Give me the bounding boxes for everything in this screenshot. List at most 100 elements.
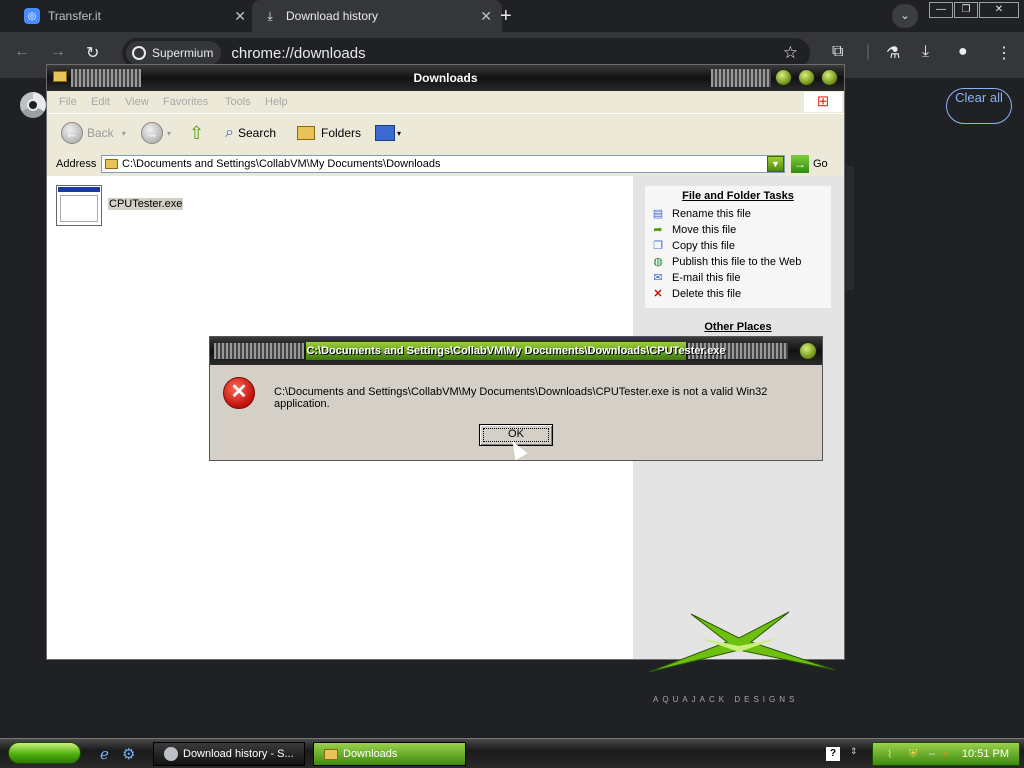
dialog-titlebar[interactable]: C:\Documents and Settings\CollabVM\My Do… — [210, 337, 822, 365]
go-label: Go — [813, 158, 828, 170]
task-email[interactable]: ✉ E-mail this file — [645, 270, 831, 286]
maximize-icon[interactable] — [798, 69, 815, 86]
minimize-icon[interactable] — [775, 69, 792, 86]
rename-icon: ▤ — [652, 208, 664, 220]
site-chip-label: Supermium — [152, 46, 214, 60]
tray-expand-chevron-icon[interactable]: ⇕ — [850, 746, 858, 757]
tab-search-chevron-icon[interactable]: ⌄ — [892, 4, 918, 28]
taskbar-button-downloads[interactable]: Downloads — [313, 742, 466, 766]
tab-title: Download history — [286, 9, 379, 23]
back-arrow-icon[interactable]: ← — [14, 43, 30, 61]
address-value: C:\Documents and Settings\CollabVM\My Do… — [122, 158, 441, 170]
folder-icon — [105, 159, 118, 169]
folders-icon — [297, 126, 315, 140]
labs-flask-icon[interactable]: ⚗ — [886, 43, 900, 63]
dropdown-arrow-icon: ▾ — [397, 128, 402, 138]
browser-tabstrip: ◎ Transfer.it ✕ ⤓ Download history ✕ + ⌄… — [0, 0, 1024, 32]
address-dropdown-icon[interactable]: ▼ — [767, 156, 784, 172]
task-label: Publish this file to the Web — [672, 256, 802, 268]
security-shield-icon[interactable]: ⛨ — [909, 748, 917, 761]
menu-edit[interactable]: Edit — [91, 96, 110, 108]
address-input[interactable]: C:\Documents and Settings\CollabVM\My Do… — [101, 155, 785, 173]
network-icon[interactable]: ⌇ — [887, 748, 892, 761]
file-name[interactable]: CPUTester.exe — [108, 198, 184, 210]
globe-icon: ◍ — [653, 256, 663, 268]
move-icon: ➦ — [653, 224, 663, 236]
error-icon: ✕ — [223, 377, 255, 409]
folders-label: Folders — [321, 126, 362, 140]
forward-button[interactable]: → ▾ — [141, 122, 171, 144]
task-publish[interactable]: ◍ Publish this file to the Web — [645, 254, 831, 270]
taskbar-button-chrome[interactable]: Download history - S... — [153, 742, 305, 766]
tab-download-history[interactable]: ⤓ Download history ✕ — [252, 0, 502, 32]
menu-favorites[interactable]: Favorites — [163, 96, 208, 108]
close-icon[interactable] — [799, 342, 817, 360]
menu-help[interactable]: Help — [265, 96, 288, 108]
taskbar: ℯ ⚙ Download history - S... Downloads ? … — [0, 738, 1024, 768]
back-button[interactable]: ← Back ▾ — [61, 122, 126, 144]
search-button[interactable]: ⌕ Search — [225, 122, 276, 144]
task-rename[interactable]: ▤ Rename this file — [645, 206, 831, 222]
restore-icon[interactable]: ❐ — [954, 2, 978, 18]
folders-button[interactable]: Folders — [297, 122, 361, 144]
search-tray-icon[interactable]: ⌕ — [943, 748, 949, 761]
address-label: Address — [56, 158, 97, 170]
close-tab-icon[interactable]: ✕ — [480, 8, 492, 25]
minimize-icon[interactable]: — — [929, 2, 953, 18]
divider: | — [866, 43, 871, 60]
menu-file[interactable]: File — [59, 96, 77, 108]
tray-dash: – — [929, 748, 936, 760]
window-bar — [58, 187, 100, 192]
clear-all-button[interactable]: Clear all — [946, 88, 1012, 124]
reload-icon[interactable]: ↻ — [86, 43, 99, 63]
start-button[interactable] — [8, 742, 81, 764]
downloads-icon[interactable]: ⤓ — [922, 43, 929, 61]
task-label: Rename this file — [672, 208, 751, 220]
menu-kebab-icon[interactable]: ⋮ — [996, 43, 1012, 63]
close-tab-icon[interactable]: ✕ — [234, 8, 246, 25]
delete-x-icon: ✕ — [653, 288, 663, 300]
exe-file-icon[interactable] — [56, 185, 102, 226]
close-window-icon[interactable]: ✕ — [979, 2, 1019, 18]
task-box-title[interactable]: File and Folder Tasks — [645, 190, 831, 202]
task-label: E-mail this file — [672, 272, 741, 284]
task-delete[interactable]: ✕ Delete this file — [645, 286, 831, 302]
forward-arrow-icon: → — [141, 122, 163, 144]
task-copy[interactable]: ❐ Copy this file — [645, 238, 831, 254]
help-icon[interactable]: ? — [826, 747, 840, 761]
menu-view[interactable]: View — [125, 96, 149, 108]
task-label: Copy this file — [672, 240, 735, 252]
error-message: C:\Documents and Settings\CollabVM\My Do… — [274, 386, 768, 410]
go-button[interactable]: → Go — [791, 155, 828, 173]
menu-tools[interactable]: Tools — [225, 96, 251, 108]
url-text: chrome://downloads — [231, 44, 366, 62]
dropdown-arrow-icon: ▾ — [121, 128, 126, 138]
explorer-toolbar: ← Back ▾ → ▾ ⇧ ⌕ Search Folders ▾ — [47, 113, 844, 153]
tab-transfer-it[interactable]: ◎ Transfer.it ✕ — [16, 0, 256, 32]
up-folder-button[interactable]: ⇧ — [189, 122, 204, 144]
address-bar: Address C:\Documents and Settings\Collab… — [47, 152, 844, 176]
new-tab-icon[interactable]: + — [500, 5, 512, 28]
back-arrow-icon: ← — [61, 122, 83, 144]
bookmark-star-icon[interactable]: ☆ — [783, 43, 798, 63]
profile-icon[interactable]: ● — [958, 43, 968, 61]
quicklaunch-icon[interactable]: ⚙ — [122, 745, 135, 763]
explorer-titlebar[interactable]: Downloads — [47, 65, 844, 91]
extensions-icon[interactable]: ⧉ — [832, 43, 843, 61]
tab-title: Transfer.it — [48, 9, 101, 23]
menu-bar: File Edit View Favorites Tools Help ⊞ — [47, 91, 844, 113]
task-move[interactable]: ➦ Move this file — [645, 222, 831, 238]
windows-logo-icon: ⊞ — [804, 92, 842, 112]
close-icon[interactable] — [821, 69, 838, 86]
supermium-icon — [132, 46, 146, 60]
system-tray: ⌇ ⛨ – ⌕ 10:51 PM — [872, 742, 1020, 766]
other-places-title[interactable]: Other Places — [645, 321, 831, 333]
taskbar-button-label: Download history - S... — [183, 748, 294, 760]
site-chip[interactable]: Supermium — [126, 41, 222, 65]
views-button[interactable]: ▾ — [375, 122, 401, 144]
internet-explorer-icon[interactable]: ℯ — [100, 745, 109, 763]
up-folder-icon: ⇧ — [189, 122, 205, 143]
dialog-title: C:\Documents and Settings\CollabVM\My Do… — [306, 345, 726, 357]
forward-arrow-icon[interactable]: → — [50, 43, 66, 61]
folder-icon — [324, 748, 338, 760]
